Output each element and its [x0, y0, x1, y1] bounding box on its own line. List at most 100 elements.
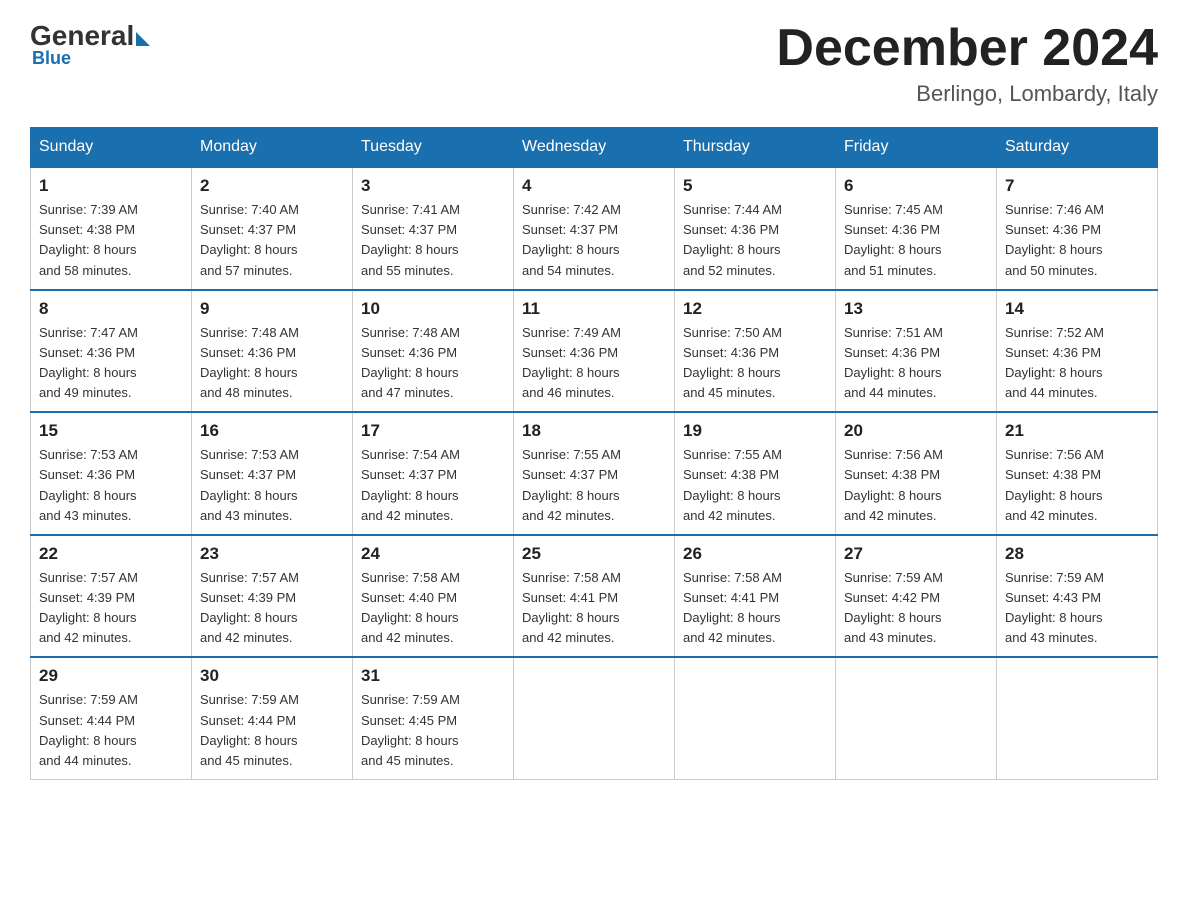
logo: General Blue: [30, 20, 150, 69]
day-info: Sunrise: 7:40 AMSunset: 4:37 PMDaylight:…: [200, 200, 344, 281]
calendar-cell: [514, 657, 675, 779]
day-info: Sunrise: 7:53 AMSunset: 4:37 PMDaylight:…: [200, 445, 344, 526]
day-number: 1: [39, 176, 183, 196]
calendar-cell: 23Sunrise: 7:57 AMSunset: 4:39 PMDayligh…: [192, 535, 353, 658]
calendar-cell: 26Sunrise: 7:58 AMSunset: 4:41 PMDayligh…: [675, 535, 836, 658]
day-number: 31: [361, 666, 505, 686]
calendar-cell: 22 Sunrise: 7:57 AMSunset: 4:39 PMDayligh…: [31, 535, 192, 658]
col-header-sunday: Sunday: [31, 128, 192, 168]
day-info: Sunrise: 7:50 AMSunset: 4:36 PMDaylight:…: [683, 323, 827, 404]
day-number: 29: [39, 666, 183, 686]
day-info: Sunrise: 7:59 AMSunset: 4:44 PMDaylight:…: [39, 690, 183, 771]
day-number: 8: [39, 299, 183, 319]
day-info: Sunrise: 7:55 AMSunset: 4:37 PMDaylight:…: [522, 445, 666, 526]
day-info: Sunrise: 7:53 AMSunset: 4:36 PMDaylight:…: [39, 445, 183, 526]
day-number: 30: [200, 666, 344, 686]
col-header-tuesday: Tuesday: [353, 128, 514, 168]
day-info: Sunrise: 7:57 AMSunset: 4:39 PMDaylight:…: [39, 568, 183, 649]
logo-triangle-icon: [136, 32, 150, 46]
day-number: 22: [39, 544, 183, 564]
day-number: 15: [39, 421, 183, 441]
day-info: Sunrise: 7:45 AMSunset: 4:36 PMDaylight:…: [844, 200, 988, 281]
calendar-cell: 20 Sunrise: 7:56 AMSunset: 4:38 PMDayligh…: [836, 412, 997, 535]
calendar-cell: 21Sunrise: 7:56 AMSunset: 4:38 PMDayligh…: [997, 412, 1158, 535]
title-area: December 2024 Berlingo, Lombardy, Italy: [776, 20, 1158, 107]
calendar-cell: [997, 657, 1158, 779]
day-info: Sunrise: 7:51 AMSunset: 4:36 PMDaylight:…: [844, 323, 988, 404]
col-header-thursday: Thursday: [675, 128, 836, 168]
day-info: Sunrise: 7:56 AMSunset: 4:38 PMDaylight:…: [844, 445, 988, 526]
calendar-cell: 5 Sunrise: 7:44 AMSunset: 4:36 PMDaylight…: [675, 167, 836, 290]
calendar-cell: 13 Sunrise: 7:51 AMSunset: 4:36 PMDayligh…: [836, 290, 997, 413]
calendar-cell: 7 Sunrise: 7:46 AMSunset: 4:36 PMDaylight…: [997, 167, 1158, 290]
day-info: Sunrise: 7:59 AMSunset: 4:43 PMDaylight:…: [1005, 568, 1149, 649]
day-number: 4: [522, 176, 666, 196]
calendar-week-row: 29 Sunrise: 7:59 AMSunset: 4:44 PMDayligh…: [31, 657, 1158, 779]
calendar-cell: 19 Sunrise: 7:55 AMSunset: 4:38 PMDayligh…: [675, 412, 836, 535]
day-number: 3: [361, 176, 505, 196]
day-info: Sunrise: 7:57 AMSunset: 4:39 PMDaylight:…: [200, 568, 344, 649]
calendar-cell: 31 Sunrise: 7:59 AMSunset: 4:45 PMDayligh…: [353, 657, 514, 779]
calendar-cell: 3 Sunrise: 7:41 AMSunset: 4:37 PMDaylight…: [353, 167, 514, 290]
logo-blue-text: Blue: [32, 48, 71, 69]
calendar-cell: 25 Sunrise: 7:58 AMSunset: 4:41 PMDayligh…: [514, 535, 675, 658]
day-info: Sunrise: 7:44 AMSunset: 4:36 PMDaylight:…: [683, 200, 827, 281]
calendar-cell: 27 Sunrise: 7:59 AMSunset: 4:42 PMDayligh…: [836, 535, 997, 658]
calendar-cell: 29 Sunrise: 7:59 AMSunset: 4:44 PMDayligh…: [31, 657, 192, 779]
day-info: Sunrise: 7:46 AMSunset: 4:36 PMDaylight:…: [1005, 200, 1149, 281]
calendar-cell: 30Sunrise: 7:59 AMSunset: 4:44 PMDayligh…: [192, 657, 353, 779]
day-number: 19: [683, 421, 827, 441]
calendar-cell: 8 Sunrise: 7:47 AMSunset: 4:36 PMDaylight…: [31, 290, 192, 413]
day-number: 21: [1005, 421, 1149, 441]
day-number: 27: [844, 544, 988, 564]
day-info: Sunrise: 7:58 AMSunset: 4:40 PMDaylight:…: [361, 568, 505, 649]
day-info: Sunrise: 7:39 AMSunset: 4:38 PMDaylight:…: [39, 200, 183, 281]
day-number: 18: [522, 421, 666, 441]
day-number: 5: [683, 176, 827, 196]
day-info: Sunrise: 7:52 AMSunset: 4:36 PMDaylight:…: [1005, 323, 1149, 404]
day-info: Sunrise: 7:48 AMSunset: 4:36 PMDaylight:…: [361, 323, 505, 404]
day-number: 25: [522, 544, 666, 564]
day-info: Sunrise: 7:47 AMSunset: 4:36 PMDaylight:…: [39, 323, 183, 404]
day-number: 2: [200, 176, 344, 196]
day-number: 7: [1005, 176, 1149, 196]
calendar-cell: 11Sunrise: 7:49 AMSunset: 4:36 PMDayligh…: [514, 290, 675, 413]
day-info: Sunrise: 7:55 AMSunset: 4:38 PMDaylight:…: [683, 445, 827, 526]
calendar-cell: 4Sunrise: 7:42 AMSunset: 4:37 PMDaylight…: [514, 167, 675, 290]
day-number: 26: [683, 544, 827, 564]
day-info: Sunrise: 7:59 AMSunset: 4:45 PMDaylight:…: [361, 690, 505, 771]
location-text: Berlingo, Lombardy, Italy: [776, 81, 1158, 107]
col-header-saturday: Saturday: [997, 128, 1158, 168]
calendar-cell: 1 Sunrise: 7:39 AMSunset: 4:38 PMDaylight…: [31, 167, 192, 290]
calendar-cell: 12 Sunrise: 7:50 AMSunset: 4:36 PMDayligh…: [675, 290, 836, 413]
calendar-cell: 6Sunrise: 7:45 AMSunset: 4:36 PMDaylight…: [836, 167, 997, 290]
month-title: December 2024: [776, 20, 1158, 77]
calendar-header-row: SundayMondayTuesdayWednesdayThursdayFrid…: [31, 128, 1158, 168]
calendar-cell: 16 Sunrise: 7:53 AMSunset: 4:37 PMDayligh…: [192, 412, 353, 535]
calendar-cell: 15 Sunrise: 7:53 AMSunset: 4:36 PMDayligh…: [31, 412, 192, 535]
day-number: 14: [1005, 299, 1149, 319]
day-info: Sunrise: 7:49 AMSunset: 4:36 PMDaylight:…: [522, 323, 666, 404]
calendar-week-row: 8 Sunrise: 7:47 AMSunset: 4:36 PMDaylight…: [31, 290, 1158, 413]
day-number: 13: [844, 299, 988, 319]
calendar-cell: 17 Sunrise: 7:54 AMSunset: 4:37 PMDayligh…: [353, 412, 514, 535]
calendar-cell: 9 Sunrise: 7:48 AMSunset: 4:36 PMDaylight…: [192, 290, 353, 413]
day-number: 16: [200, 421, 344, 441]
day-number: 24: [361, 544, 505, 564]
day-number: 20: [844, 421, 988, 441]
day-info: Sunrise: 7:58 AMSunset: 4:41 PMDaylight:…: [522, 568, 666, 649]
day-number: 17: [361, 421, 505, 441]
day-number: 12: [683, 299, 827, 319]
day-info: Sunrise: 7:54 AMSunset: 4:37 PMDaylight:…: [361, 445, 505, 526]
calendar-week-row: 1 Sunrise: 7:39 AMSunset: 4:38 PMDaylight…: [31, 167, 1158, 290]
day-info: Sunrise: 7:41 AMSunset: 4:37 PMDaylight:…: [361, 200, 505, 281]
col-header-wednesday: Wednesday: [514, 128, 675, 168]
calendar-table: SundayMondayTuesdayWednesdayThursdayFrid…: [30, 127, 1158, 780]
day-number: 9: [200, 299, 344, 319]
day-info: Sunrise: 7:48 AMSunset: 4:36 PMDaylight:…: [200, 323, 344, 404]
day-info: Sunrise: 7:59 AMSunset: 4:42 PMDaylight:…: [844, 568, 988, 649]
calendar-cell: 14 Sunrise: 7:52 AMSunset: 4:36 PMDayligh…: [997, 290, 1158, 413]
calendar-cell: [675, 657, 836, 779]
col-header-monday: Monday: [192, 128, 353, 168]
calendar-cell: 18 Sunrise: 7:55 AMSunset: 4:37 PMDayligh…: [514, 412, 675, 535]
